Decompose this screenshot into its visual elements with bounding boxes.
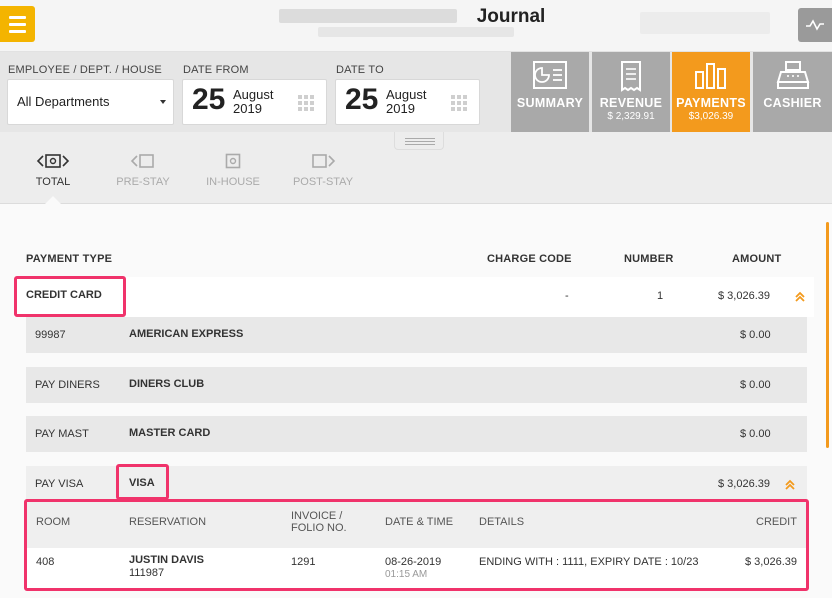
header-charge-code: CHARGE CODE [487, 253, 572, 265]
bar-chart-icon [693, 60, 729, 95]
caret-down-icon [160, 100, 166, 104]
header-number: NUMBER [624, 253, 674, 265]
item-name: DINERS CLUB [129, 378, 205, 390]
blurred-user-name [640, 12, 770, 34]
highlight-box-visa [116, 464, 169, 500]
date-from-year: 2019 [233, 101, 262, 116]
tab-payments[interactable]: PAYMENTS $3,026.39 [672, 52, 750, 140]
item-amount: $ 3,026.39 [718, 478, 770, 490]
department-select[interactable]: All Departments [7, 79, 174, 125]
stay-tab-pre-stay[interactable]: PRE-STAY [113, 152, 173, 188]
header-payment-type: PAYMENT TYPE [26, 253, 113, 265]
stay-tab-in-house-label: IN-HOUSE [206, 176, 260, 188]
date-from-day: 25 [192, 83, 226, 116]
item-name: AMERICAN EXPRESS [129, 328, 244, 340]
highlight-box-detail [24, 499, 809, 591]
item-amount: $ 0.00 [740, 428, 771, 440]
page-title: Journal [476, 6, 546, 27]
group-number: 1 [657, 290, 664, 302]
top-bar: Journal [0, 0, 832, 52]
item-amount: $ 0.00 [740, 379, 771, 391]
item-code: PAY VISA [35, 478, 84, 490]
collapse-chevron-icon[interactable] [794, 291, 806, 303]
activity-button[interactable] [798, 8, 832, 42]
date-to-month: August [386, 87, 427, 102]
date-from-month: August [233, 87, 274, 102]
tab-cashier-label: CASHIER [763, 96, 822, 110]
tab-payments-label: PAYMENTS [676, 96, 746, 110]
stay-tab-in-house[interactable]: IN-HOUSE [202, 152, 264, 188]
item-amount: $ 0.00 [740, 329, 771, 341]
credit-card-group-row[interactable]: CREDIT CARD - 1 $ 3,026.39 [14, 277, 814, 317]
tab-payments-amount: $3,026.39 [688, 111, 734, 122]
item-name: MASTER CARD [129, 427, 211, 439]
tab-summary[interactable]: SUMMARY [511, 52, 589, 132]
employee-filter-label: EMPLOYEE / DEPT. / HOUSE [8, 64, 162, 76]
in-house-icon [202, 152, 264, 170]
payments-table: PAYMENT TYPE CHARGE CODE NUMBER AMOUNT C… [0, 205, 832, 598]
item-code: PAY MAST [35, 428, 89, 440]
department-select-value: All Departments [17, 94, 110, 109]
list-item[interactable]: 99987 AMERICAN EXPRESS $ 0.00 [26, 317, 807, 353]
stay-tab-total[interactable]: TOTAL [28, 152, 78, 188]
date-from-label: DATE FROM [183, 64, 249, 76]
item-code: PAY DINERS [35, 379, 100, 391]
tab-cashier[interactable]: CASHIER [753, 52, 832, 132]
tab-revenue[interactable]: REVENUE $ 2,329.91 [592, 52, 670, 132]
hamburger-icon [9, 15, 26, 19]
post-stay-icon [292, 152, 354, 170]
list-item[interactable]: PAY DINERS DINERS CLUB $ 0.00 [26, 367, 807, 403]
activity-icon [806, 19, 824, 31]
item-code: 99987 [35, 329, 66, 341]
active-stay-pointer [45, 196, 61, 204]
tab-summary-label: SUMMARY [516, 96, 584, 110]
stay-tab-total-label: TOTAL [35, 176, 71, 188]
filter-bar: EMPLOYEE / DEPT. / HOUSE All Departments… [0, 52, 832, 140]
tab-revenue-amount: $ 2,329.91 [607, 111, 655, 122]
stay-tab-pre-stay-label: PRE-STAY [116, 176, 170, 188]
highlight-box-credit-card [14, 276, 126, 317]
cash-register-icon [776, 60, 810, 95]
date-to-year: 2019 [386, 101, 415, 116]
total-icon [28, 152, 78, 170]
tab-revenue-label: REVENUE [599, 96, 663, 110]
receipt-icon [620, 60, 642, 97]
date-from-picker[interactable]: 25 August 2019 [182, 79, 327, 125]
date-to-label: DATE TO [336, 64, 384, 76]
list-item[interactable]: PAY MAST MASTER CARD $ 0.00 [26, 416, 807, 452]
blurred-hotel-name [279, 9, 457, 23]
date-to-day: 25 [345, 83, 379, 116]
calendar-icon [451, 95, 469, 113]
collapse-handle[interactable] [394, 132, 444, 150]
pre-stay-icon [113, 152, 173, 170]
stay-tab-post-stay[interactable]: POST-STAY [292, 152, 354, 188]
stay-tab-post-stay-label: POST-STAY [292, 176, 354, 188]
date-to-picker[interactable]: 25 August 2019 [335, 79, 480, 125]
menu-button[interactable] [0, 6, 35, 42]
summary-icon [532, 60, 568, 95]
group-amount: $ 3,026.39 [718, 290, 770, 302]
calendar-icon [298, 95, 316, 113]
group-charge-code: - [565, 290, 569, 302]
blurred-hotel-subtitle [318, 27, 514, 37]
scrollbar[interactable] [826, 222, 829, 448]
collapse-chevron-icon[interactable] [784, 479, 796, 491]
header-amount: AMOUNT [732, 253, 782, 265]
